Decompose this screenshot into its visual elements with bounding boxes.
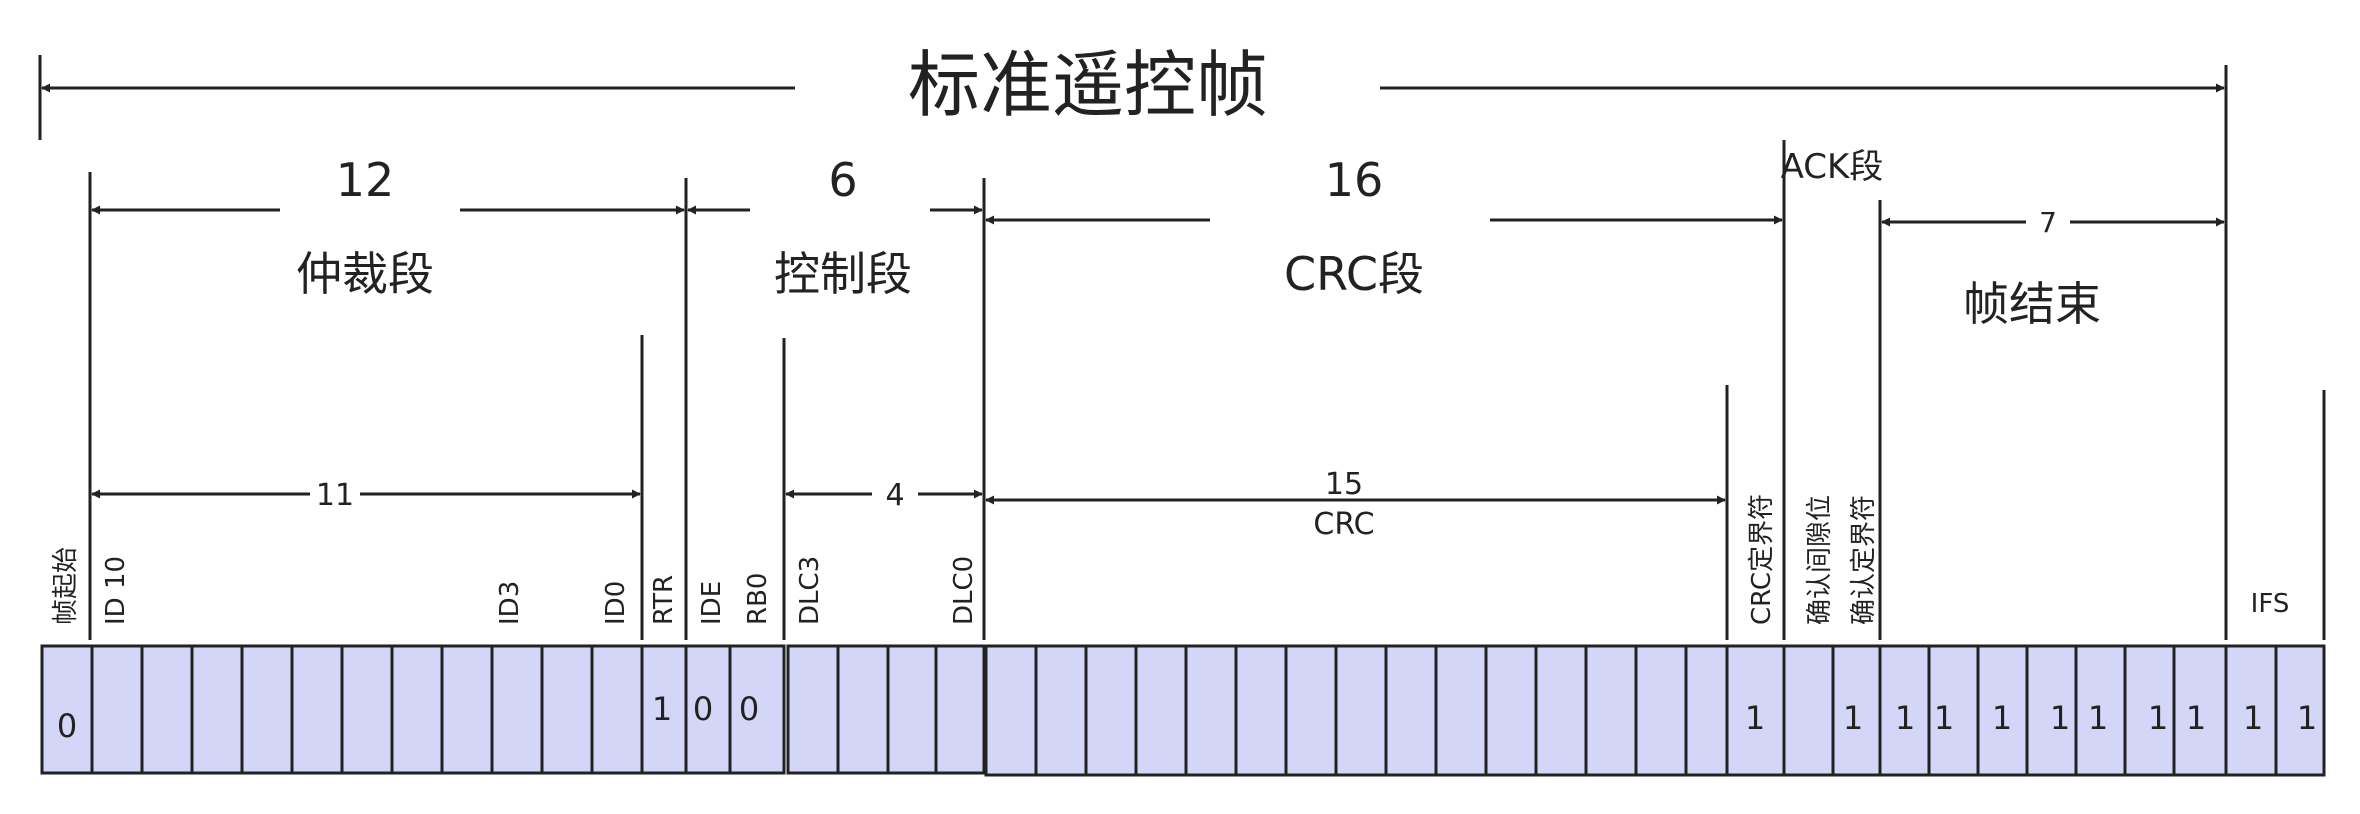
bit-value-ack-delimiter: 1	[1843, 699, 1863, 737]
bit-cell-crc	[1484, 644, 1538, 777]
bit-cell-crc	[1384, 644, 1438, 777]
bit-label-dlc3: DLC3	[795, 556, 825, 625]
bit-cell-crc	[1684, 644, 1729, 777]
bit-cell-crc	[1534, 644, 1588, 777]
bit-value-eof: 1	[1895, 699, 1915, 737]
bit-label-id10: ID 10	[101, 556, 131, 625]
bit-cell-crc	[1084, 644, 1138, 777]
bit-label-ack-delimiter: 确认定界符	[1849, 495, 1879, 625]
bit-cell-dlc	[934, 644, 986, 775]
bit-cells-row	[40, 644, 2326, 777]
bit-value-rb0: 0	[739, 690, 759, 728]
bit-cell-id	[540, 644, 594, 775]
bit-labels: 帧起始 ID 10 ID3 ID0 RTR IDE RB0 DLC3 DLC0 …	[51, 494, 2289, 625]
bit-cell-id	[190, 644, 244, 775]
bit-cell-crc	[1584, 644, 1638, 777]
control-label: 控制段	[774, 247, 912, 301]
eof-label: 帧结束	[1963, 277, 2101, 331]
bit-label-id3: ID3	[495, 581, 525, 625]
bit-value-eof: 1	[2088, 699, 2108, 737]
bit-cell-id	[340, 644, 394, 775]
control-count: 6	[828, 153, 857, 207]
bit-label-rb0: RB0	[743, 573, 773, 625]
bit-cell-id	[290, 644, 344, 775]
bit-value-eof: 1	[2186, 699, 2206, 737]
bit-cell-crc	[984, 644, 1038, 777]
bit-label-id0: ID0	[601, 581, 631, 625]
arbitration-count: 12	[336, 153, 395, 207]
bit-cell-dlc	[786, 644, 840, 775]
bit-label-ifs: IFS	[2251, 589, 2290, 619]
bit-value-eof: 1	[2050, 699, 2070, 737]
bit-cell-id	[590, 644, 644, 775]
bit-cell-id	[240, 644, 294, 775]
bit-value-ifs: 1	[2297, 699, 2317, 737]
ack-label: ACK段	[1781, 147, 1884, 187]
id-count: 11	[316, 478, 354, 513]
crc-seq-count: 15	[1325, 467, 1363, 502]
bit-cell-crc	[1334, 644, 1388, 777]
bit-cell-id	[90, 644, 144, 775]
bit-cell-id	[490, 644, 544, 775]
bit-cell-ack-slot	[1782, 644, 1835, 777]
bit-value-ide: 0	[693, 690, 713, 728]
arbitration-label: 仲裁段	[296, 247, 434, 301]
bit-cell-id	[390, 644, 444, 775]
bit-cell-crc	[1284, 644, 1338, 777]
bit-cell-crc	[1234, 644, 1288, 777]
bit-label-ide: IDE	[697, 581, 727, 625]
bit-cell-dlc	[836, 644, 890, 775]
frame-span	[38, 55, 2228, 640]
bit-cell-crc	[1634, 644, 1688, 777]
bit-cell-crc	[1184, 644, 1238, 777]
bit-cell-crc	[1434, 644, 1488, 777]
bit-cell-id	[140, 644, 194, 775]
bit-cell-id	[440, 644, 494, 775]
bit-label-ack-slot: 确认间隙位	[1805, 495, 1835, 625]
bit-label-sof: 帧起始	[51, 547, 81, 625]
bit-label-dlc0: DLC0	[949, 556, 979, 625]
bit-value-eof: 1	[1934, 699, 1954, 737]
crc-count: 16	[1325, 153, 1384, 207]
bit-cell-crc	[1034, 644, 1088, 777]
crc-seq-label: CRC	[1313, 507, 1374, 542]
can-remote-frame-diagram: 标准遥控帧 12 仲裁段 6 控制段 16 CRC段 ACK段 7 帧结束 11	[38, 43, 2326, 777]
bit-value-eof: 1	[1992, 699, 2012, 737]
dlc-count: 4	[885, 478, 904, 513]
bit-value-rtr: 1	[652, 690, 672, 728]
bit-label-rtr: RTR	[649, 575, 679, 625]
bit-value-crc-delimiter: 1	[1745, 699, 1765, 737]
bit-cell-dlc	[886, 644, 938, 775]
arbitration-span	[88, 172, 685, 640]
eof-count: 7	[2039, 206, 2057, 239]
bit-value-eof: 1	[2148, 699, 2168, 737]
bit-value-sof: 0	[57, 707, 77, 745]
bit-label-crc-delimiter: CRC定界符	[1747, 494, 1777, 625]
frame-title: 标准遥控帧	[908, 43, 1268, 127]
crc-span	[982, 140, 1786, 640]
crc-label: CRC段	[1284, 247, 1424, 301]
bit-value-ifs: 1	[2243, 699, 2263, 737]
bit-cell-crc	[1134, 644, 1188, 777]
